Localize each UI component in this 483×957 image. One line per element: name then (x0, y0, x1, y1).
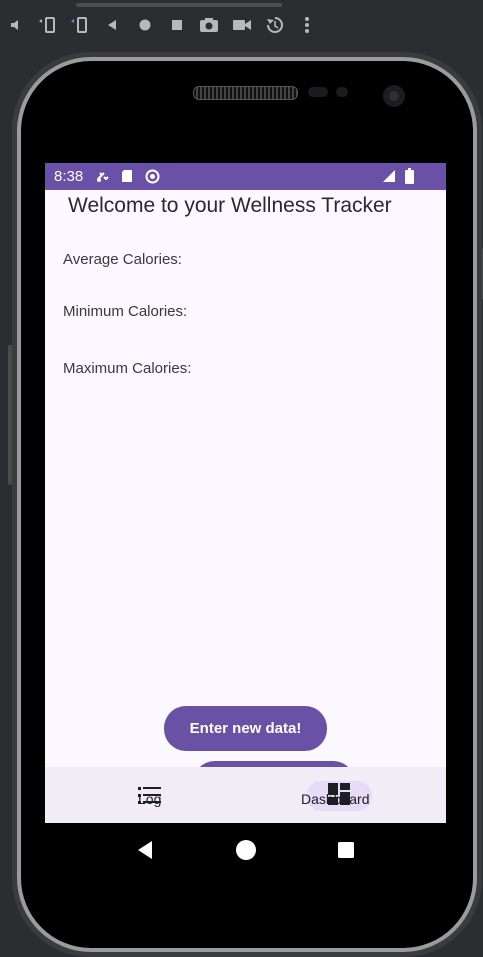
enter-new-data-button[interactable]: Enter new data! (164, 706, 327, 751)
overview-icon[interactable] (166, 14, 188, 36)
minimum-calories-label: Minimum Calories: (63, 303, 188, 320)
rotate-right-icon[interactable] (68, 14, 90, 36)
device-screen: 8:38 Welcome to your Wellness Tracker Av… (45, 163, 446, 877)
system-recents-icon[interactable] (333, 837, 359, 863)
replay-icon[interactable] (264, 14, 286, 36)
home-icon[interactable] (134, 14, 156, 36)
nav-item-log[interactable]: Log (105, 767, 195, 823)
signal-icon (382, 169, 396, 188)
nav-item-dashboard[interactable]: Dashboard (290, 767, 390, 823)
bottom-navigation: Log Dashboard (45, 767, 446, 823)
nav-label-log: Log (138, 791, 162, 807)
sd-card-icon (121, 169, 133, 188)
earpiece-speaker (193, 86, 298, 100)
system-home-icon[interactable] (233, 837, 259, 863)
notification-icon (95, 169, 111, 188)
more-icon[interactable] (296, 14, 318, 36)
emulator-toolbar (0, 0, 483, 48)
system-back-icon[interactable] (133, 837, 159, 863)
video-icon[interactable] (231, 14, 253, 36)
maximum-calories-label: Maximum Calories: (63, 360, 192, 377)
proximity-sensor (308, 87, 328, 97)
page-title: Welcome to your Wellness Tracker (68, 194, 392, 217)
status-bar: 8:38 (45, 163, 446, 190)
front-camera (383, 85, 405, 107)
system-navigation-bar (45, 823, 446, 877)
rotate-left-icon[interactable] (36, 14, 58, 36)
back-icon[interactable] (101, 14, 123, 36)
average-calories-label: Average Calories: (63, 251, 182, 268)
sync-icon (145, 169, 160, 189)
light-sensor (336, 87, 348, 97)
battery-icon (405, 168, 414, 189)
status-time: 8:38 (54, 168, 84, 185)
drag-handle[interactable] (76, 3, 282, 7)
nav-label-dashboard: Dashboard (301, 791, 370, 807)
volume-icon[interactable] (6, 14, 28, 36)
camera-icon[interactable] (198, 14, 220, 36)
